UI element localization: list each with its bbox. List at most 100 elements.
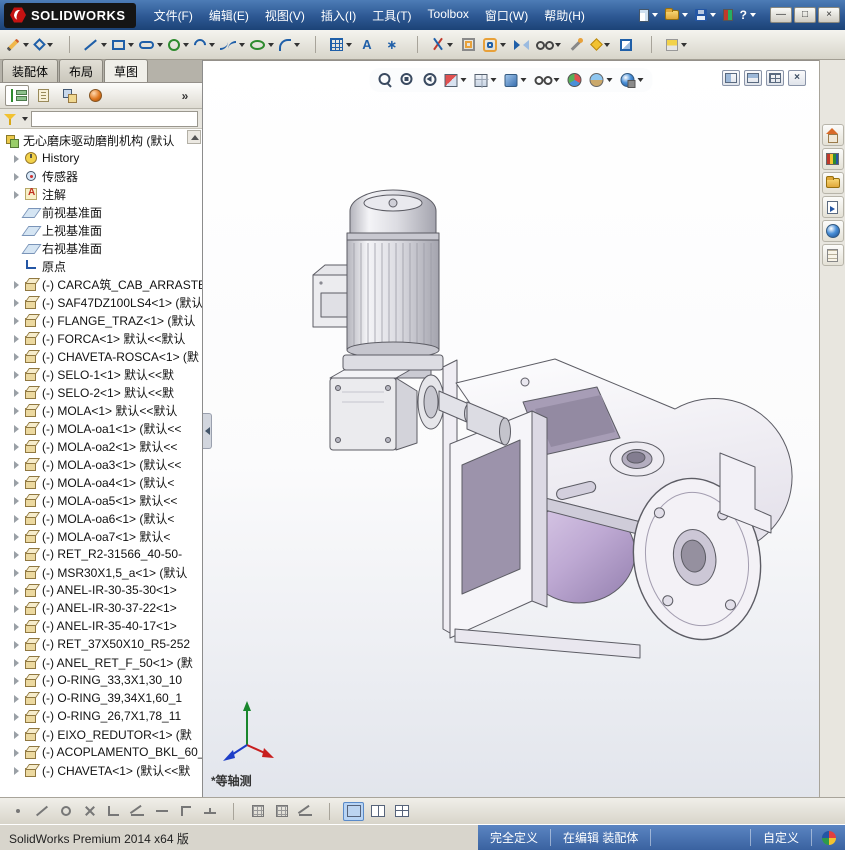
snap-corner-button[interactable] — [175, 802, 196, 821]
tree-item[interactable]: 前视基准面 — [0, 203, 202, 221]
rectangle-button[interactable] — [110, 33, 136, 57]
trim-entities-button[interactable] — [430, 33, 455, 57]
expand-icon[interactable] — [12, 604, 21, 613]
tree-item[interactable]: (-) RET_R2-31566_40-50- — [0, 545, 202, 563]
convert-entities-button[interactable] — [456, 33, 480, 57]
tree-item[interactable]: 注解 — [0, 185, 202, 203]
expand-icon[interactable] — [12, 424, 21, 433]
filter-input[interactable] — [31, 110, 198, 127]
propertymanager-tab[interactable] — [31, 85, 55, 106]
menu-window[interactable]: 窗口(W) — [477, 3, 536, 28]
save-button[interactable] — [694, 9, 716, 21]
tree-item[interactable]: (-) ANEL-IR-30-35-30<1> — [0, 581, 202, 599]
arc-button[interactable] — [191, 33, 217, 57]
snap-horizontal-button[interactable] — [151, 802, 172, 821]
tree-item[interactable]: (-) MOLA-oa5<1> 默认<< — [0, 491, 202, 509]
display-relations-button[interactable] — [534, 33, 563, 57]
snap-point-button[interactable] — [7, 802, 28, 821]
expand-icon[interactable] — [12, 172, 21, 181]
split-pane-quad-button[interactable] — [766, 70, 784, 86]
repair-sketch-button[interactable] — [564, 33, 588, 57]
expand-icon[interactable] — [12, 154, 21, 163]
fillet-button[interactable] — [277, 33, 302, 57]
resources-tab[interactable] — [821, 124, 844, 146]
menu-tools[interactable]: 工具(T) — [364, 3, 419, 28]
apply-scene-button[interactable] — [587, 69, 616, 91]
displaymanager-tab[interactable] — [83, 85, 107, 106]
split-four-button[interactable] — [391, 802, 412, 821]
expand-icon[interactable] — [12, 334, 21, 343]
expand-icon[interactable] — [12, 406, 21, 415]
tab-layout[interactable]: 布局 — [59, 59, 104, 82]
expand-icon[interactable] — [12, 298, 21, 307]
toolbar-separator[interactable] — [405, 33, 429, 57]
circle-button[interactable] — [166, 33, 191, 57]
view-orientation-button[interactable] — [472, 69, 500, 91]
view-palette-tab[interactable] — [821, 196, 844, 218]
snap-intersection-button[interactable] — [79, 802, 100, 821]
tree-item[interactable]: (-) MOLA-oa7<1> 默认< — [0, 527, 202, 545]
tree-item[interactable]: (-) MOLA-oa1<1> (默认<< — [0, 419, 202, 437]
featuremanager-tab[interactable] — [5, 85, 29, 106]
slot-button[interactable] — [137, 33, 165, 57]
expand-icon[interactable] — [12, 586, 21, 595]
assembly-model-3d[interactable] — [203, 61, 818, 797]
toolbar-separator[interactable] — [223, 802, 244, 821]
ellipse-button[interactable] — [248, 33, 276, 57]
tree-item[interactable]: (-) O-RING_33,3X1,30_10 — [0, 671, 202, 689]
tree-item[interactable]: 传感器 — [0, 167, 202, 185]
pattern-button[interactable] — [328, 33, 354, 57]
zoom-fit-button[interactable] — [376, 69, 396, 91]
quick-snaps-button[interactable] — [589, 33, 613, 57]
restore-button[interactable]: □ — [794, 7, 816, 23]
tree-item[interactable]: (-) RET_37X50X10_R5-252 — [0, 635, 202, 653]
minimize-button[interactable]: — — [770, 7, 792, 23]
tree-item[interactable]: (-) ACOPLAMENTO_BKL_60_ — [0, 743, 202, 761]
expand-icon[interactable] — [12, 316, 21, 325]
expand-icon[interactable] — [12, 550, 21, 559]
shaded-display-button[interactable] — [343, 801, 364, 821]
rapid-sketch-button[interactable] — [614, 33, 638, 57]
filter-dropdown-icon[interactable] — [22, 116, 28, 121]
expand-icon[interactable] — [12, 748, 21, 757]
toolbar-separator[interactable] — [319, 802, 340, 821]
expand-icon[interactable] — [12, 730, 21, 739]
hide-show-items-button[interactable] — [532, 69, 563, 91]
motor-part[interactable] — [312, 189, 444, 371]
snap-angle-button[interactable] — [127, 802, 148, 821]
tree-item[interactable]: History — [0, 149, 202, 167]
tree-item[interactable]: (-) MOLA-oa2<1> 默认<< — [0, 437, 202, 455]
expand-icon[interactable] — [12, 640, 21, 649]
tree-item[interactable]: (-) ANEL_RET_F_50<1> (默 — [0, 653, 202, 671]
gearbox-part[interactable] — [329, 369, 432, 451]
tree-item[interactable]: (-) MOLA<1> 默认<<默认 — [0, 401, 202, 419]
tree-item[interactable]: (-) SAF47DZ100LS4<1> (默认 — [0, 293, 202, 311]
design-library-tab[interactable] — [821, 148, 844, 170]
grid-snap-button[interactable] — [247, 802, 268, 821]
tree-item[interactable]: (-) O-RING_39,34X1,60_1 — [0, 689, 202, 707]
expand-icon[interactable] — [12, 388, 21, 397]
expand-icon[interactable] — [12, 514, 21, 523]
tree-item[interactable]: (-) SELO-1<1> 默认<<默 — [0, 365, 202, 383]
display-style-button[interactable] — [502, 69, 530, 91]
menu-toolbox[interactable]: Toolbox — [420, 3, 477, 28]
line-button[interactable] — [82, 33, 109, 57]
menu-file[interactable]: 文件(F) — [146, 3, 201, 28]
tree-item[interactable]: 原点 — [0, 257, 202, 275]
instant2d-button[interactable] — [664, 33, 689, 57]
configurationmanager-tab[interactable] — [57, 85, 81, 106]
toolbar-separator[interactable] — [57, 33, 81, 57]
expand-icon[interactable] — [12, 622, 21, 631]
expand-icon[interactable] — [12, 190, 21, 199]
tree-item[interactable]: (-) EIXO_REDUTOR<1> (默 — [0, 725, 202, 743]
tree-item[interactable]: (-) SELO-2<1> 默认<<默 — [0, 383, 202, 401]
options-toggle-button[interactable] — [722, 9, 733, 21]
menu-view[interactable]: 视图(V) — [257, 3, 313, 28]
toolbar-separator[interactable] — [639, 33, 663, 57]
custom-properties-tab[interactable] — [821, 244, 844, 266]
grid-settings-button[interactable] — [271, 802, 292, 821]
toolbar-separator[interactable] — [303, 33, 327, 57]
expand-icon[interactable] — [12, 352, 21, 361]
previous-view-button[interactable] — [420, 69, 440, 91]
menu-edit[interactable]: 编辑(E) — [201, 3, 257, 28]
